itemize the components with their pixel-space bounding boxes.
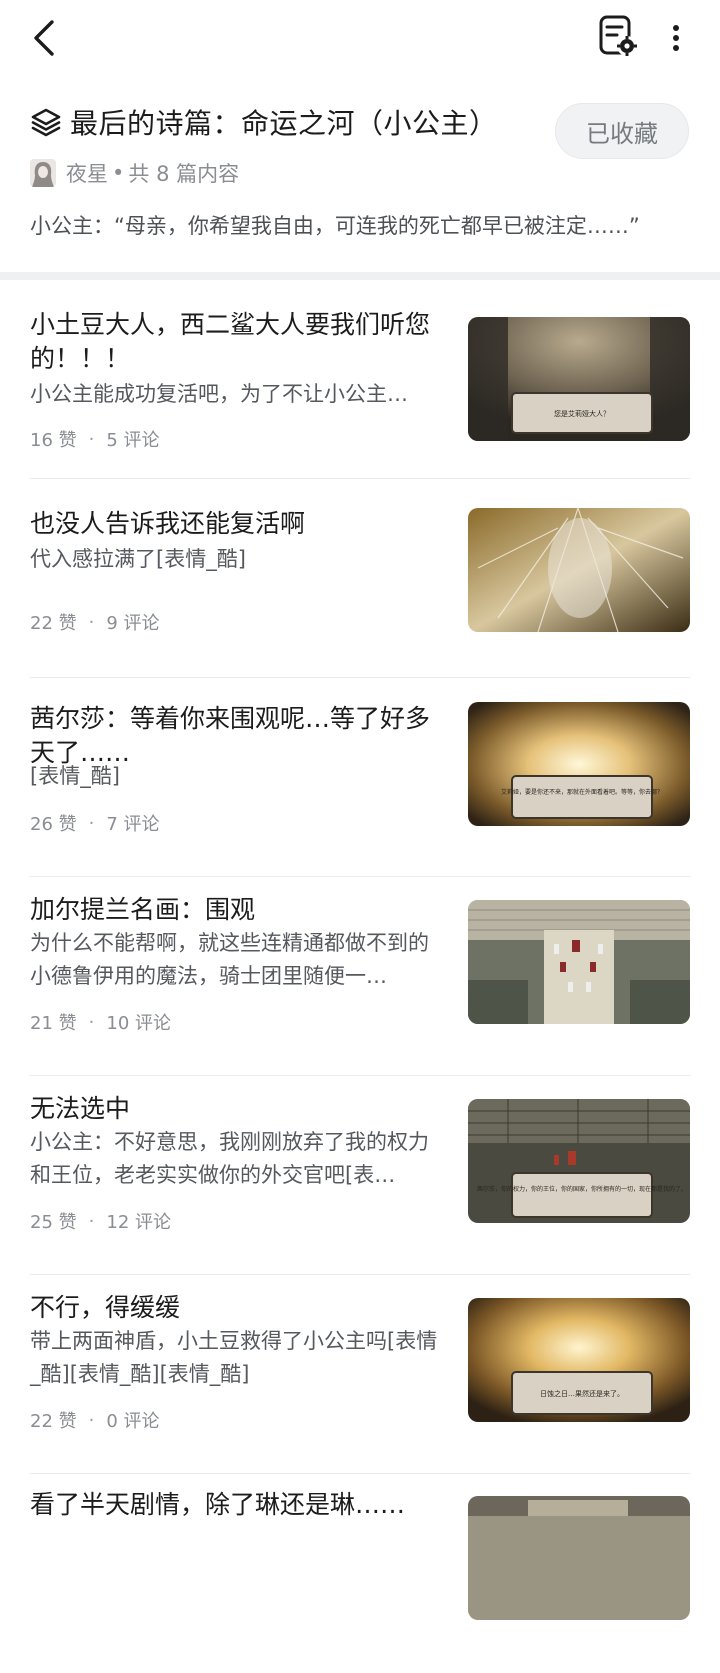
like-count: 22 赞 (30, 613, 77, 634)
comment-count: 10 评论 (106, 1013, 172, 1034)
item-title: 无法选中 (30, 1094, 131, 1123)
comment-count: 9 评论 (106, 613, 160, 634)
item-title: 也没人告诉我还能复活啊 (30, 509, 306, 538)
comment-count: 12 评论 (106, 1212, 172, 1233)
item-title: 加尔提兰名画：围观 (30, 895, 256, 924)
item-thumbnail[interactable] (468, 508, 690, 632)
thumbnail-caption: 日蚀之日…果然还是来了。 (540, 1389, 624, 1398)
list-item[interactable]: 也没人告诉我还能复活啊 代入感拉满了[表情_酷] 22 赞 · 9 评论 (30, 479, 690, 678)
item-stats: 21 赞 · 10 评论 (30, 1009, 171, 1035)
list-item[interactable]: 小土豆大人，西二鲨大人要我们听您的！！！ 小公主能成功复活吧，为了不让小公主… … (30, 280, 690, 479)
item-thumbnail[interactable]: 艾莉娅，要是你还不来，那就在外面看着吧。等等，你去哪？ (468, 702, 690, 826)
item-stats: 16 赞 · 5 评论 (30, 426, 160, 452)
chevron-left-icon (34, 20, 54, 56)
item-stats: 22 赞 · 9 评论 (30, 609, 160, 635)
thumbnail-caption: 您是艾莉娅大人？ (554, 409, 610, 418)
item-description: 带上两面神盾，小土豆救得了小公主吗[表情_酷][表情_酷][表情_酷] (30, 1329, 438, 1386)
meta-separator: • (112, 161, 125, 185)
more-button[interactable] (662, 18, 690, 58)
list-item[interactable]: 加尔提兰名画：围观 为什么不能帮啊，就这些连精通都做不到的小德鲁伊用的魔法，骑士… (30, 877, 690, 1076)
favorite-button[interactable]: 已收藏 (555, 103, 689, 159)
item-description: 小公主：不好意思，我刚刚放弃了我的权力和王位，老老实实做你的外交官吧[表… (30, 1130, 429, 1187)
like-count: 21 赞 (30, 1013, 77, 1034)
list-item[interactable]: 看了半天剧情，除了琳还是琳…… (30, 1474, 690, 1673)
item-thumbnail[interactable] (468, 900, 690, 1024)
comment-count: 5 评论 (106, 430, 160, 451)
author-meta: 夜星 • 共 8 篇内容 (30, 156, 239, 190)
list-item[interactable]: 不行，得缓缓 带上两面神盾，小土豆救得了小公主吗[表情_酷][表情_酷][表情_… (30, 1275, 690, 1474)
like-count: 26 赞 (30, 814, 77, 835)
item-description: 为什么不能帮啊，就这些连精通都做不到的小德鲁伊用的魔法，骑士团里随便一… (30, 931, 429, 988)
thumbnail-caption: 茜尔莎，你的权力，你的王位，你的国家，你所拥有的一切，现在都是我的了。 (477, 1185, 687, 1193)
item-title: 不行，得缓缓 (30, 1293, 181, 1322)
collection-description: 小公主：“母亲，你希望我自由，可连我的死亡都早已被注定……” (30, 214, 640, 238)
thumbnail-caption: 艾莉娅，要是你还不来，那就在外面看着吧。等等，你去哪？ (501, 788, 663, 796)
layers-icon (31, 108, 61, 137)
section-divider (0, 272, 720, 280)
item-description: [表情_酷] (30, 764, 120, 788)
title-row: 最后的诗篇：命运之河（小公主） (30, 102, 530, 142)
item-description: 代入感拉满了[表情_酷] (30, 547, 246, 571)
item-title: 看了半天剧情，除了琳还是琳…… (30, 1490, 406, 1519)
document-settings-icon (599, 15, 637, 56)
item-thumbnail[interactable]: 茜尔莎，你的权力，你的王位，你的国家，你所拥有的一切，现在都是我的了。 (468, 1099, 690, 1223)
like-count: 25 赞 (30, 1212, 77, 1233)
author-name[interactable]: 夜星 (66, 158, 108, 188)
back-button[interactable] (26, 16, 66, 60)
content-count: 共 8 篇内容 (128, 162, 240, 186)
item-title: 小土豆大人，西二鲨大人要我们听您的！！！ (30, 310, 431, 373)
like-count: 16 赞 (30, 430, 77, 451)
item-stats: 26 赞 · 7 评论 (30, 810, 160, 836)
comment-count: 7 评论 (106, 814, 160, 835)
page-title: 最后的诗篇：命运之河（小公主） (70, 107, 498, 140)
item-thumbnail[interactable] (468, 1496, 690, 1620)
item-thumbnail[interactable]: 您是艾莉娅大人？ (468, 317, 690, 441)
item-thumbnail[interactable]: 日蚀之日…果然还是来了。 (468, 1298, 690, 1422)
item-stats: 25 赞 · 12 评论 (30, 1208, 171, 1234)
comment-count: 0 评论 (106, 1411, 160, 1432)
more-vertical-icon (673, 25, 679, 51)
like-count: 22 赞 (30, 1411, 77, 1432)
avatar[interactable] (30, 159, 56, 187)
item-description: 小公主能成功复活吧，为了不让小公主… (30, 382, 408, 406)
top-bar (0, 0, 720, 80)
list-item[interactable]: 茜尔莎：等着你来围观呢…等了好多天了…… [表情_酷] 26 赞 · 7 评论 … (30, 678, 690, 877)
list-item[interactable]: 无法选中 小公主：不好意思，我刚刚放弃了我的权力和王位，老老实实做你的外交官吧[… (30, 1076, 690, 1275)
item-stats: 22 赞 · 0 评论 (30, 1407, 160, 1433)
document-settings-button[interactable] (596, 14, 640, 60)
